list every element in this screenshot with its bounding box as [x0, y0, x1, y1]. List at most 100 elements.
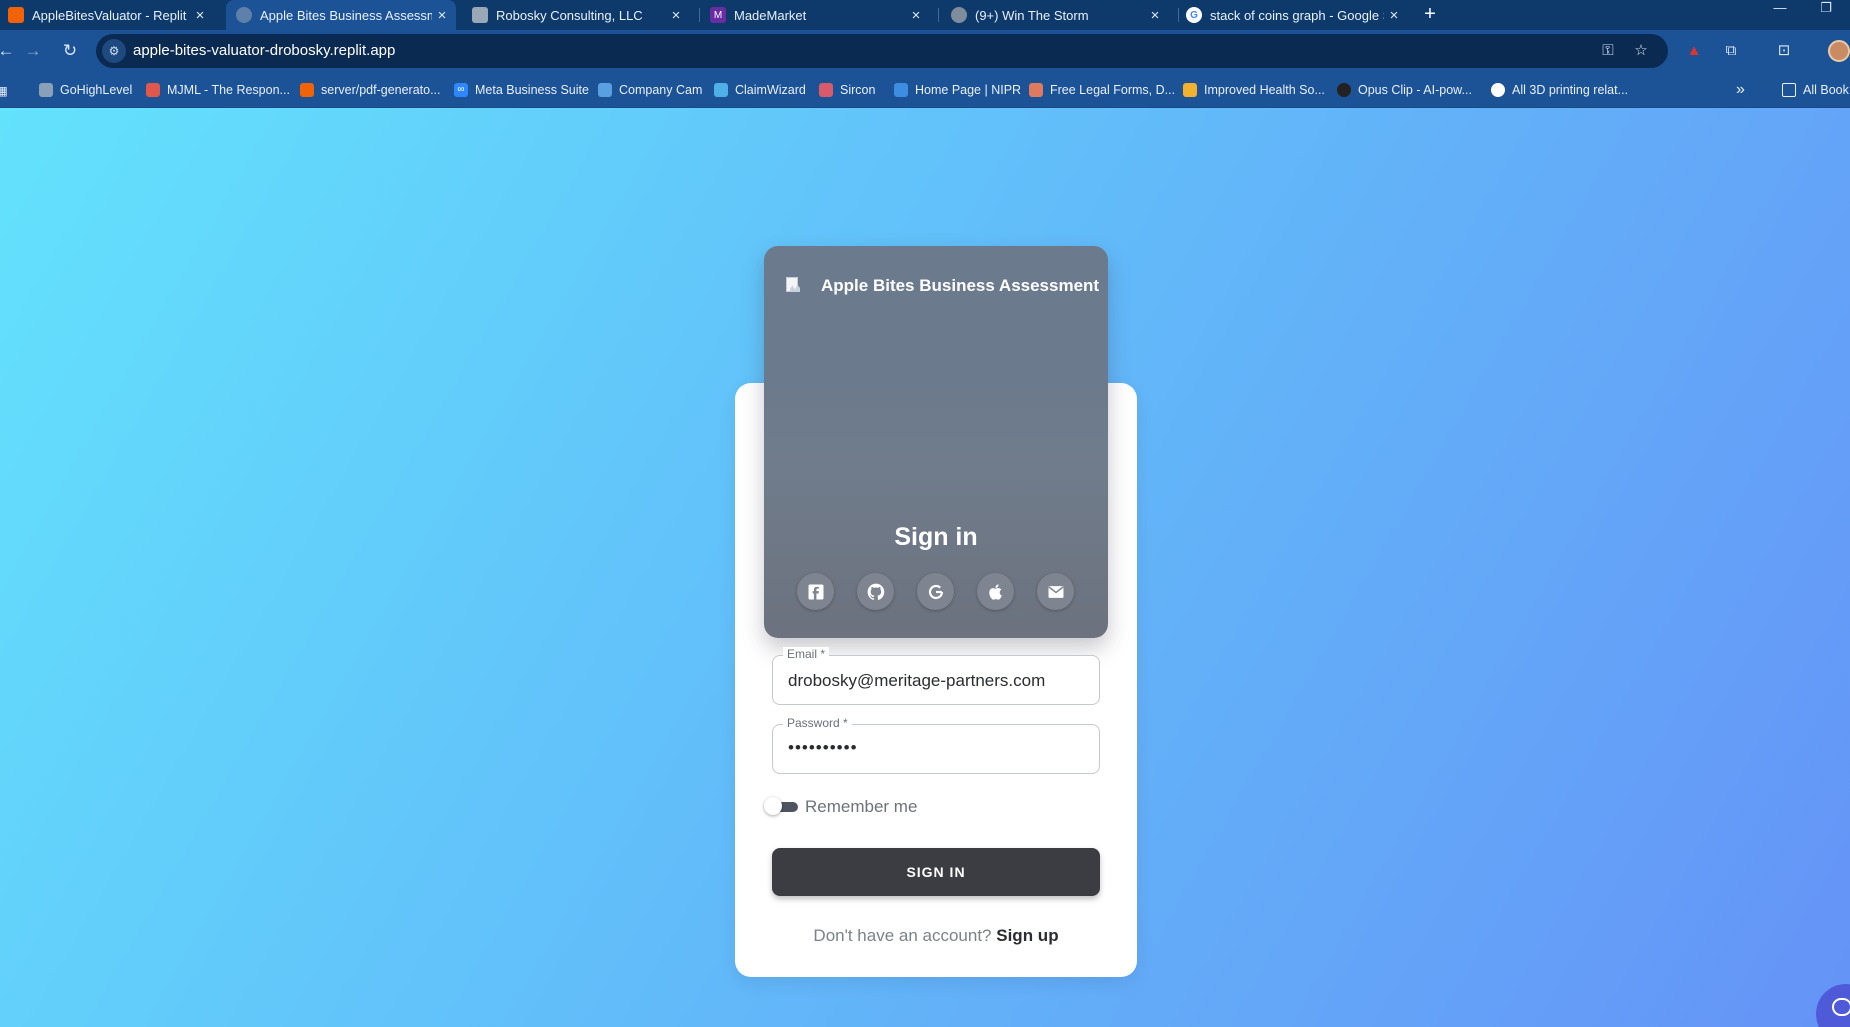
tab-separator: [699, 8, 700, 22]
maximize-button[interactable]: ❐: [1806, 0, 1846, 30]
claimwizard-icon: [714, 83, 728, 97]
email-label: Email *: [783, 647, 830, 661]
bookmark-sircon[interactable]: Sircon: [819, 81, 875, 99]
tab-strip: AppleBitesValuator - Replit × Apple Bite…: [0, 0, 1850, 30]
bookmark-label: server/pdf-generato...: [321, 83, 441, 97]
signup-prompt: Don't have an account?: [813, 926, 992, 945]
bookmark-3d-printing[interactable]: All 3D printing relat...: [1491, 81, 1628, 99]
broken-image-icon: [784, 276, 802, 294]
email-field[interactable]: Email *: [772, 647, 1100, 705]
apple-login-button[interactable]: [977, 573, 1014, 610]
close-tab-icon[interactable]: ×: [1145, 7, 1165, 24]
bookmark-star-icon[interactable]: ☆: [1631, 41, 1651, 61]
google-login-button[interactable]: [917, 573, 954, 610]
apps-icon[interactable]: ▦: [0, 81, 8, 99]
email-icon: [1047, 585, 1064, 598]
tab-title: (9+) Win The Storm: [975, 7, 1089, 23]
tab-title: Robosky Consulting, LLC: [496, 7, 643, 23]
password-label: Password *: [783, 716, 852, 730]
close-tab-icon[interactable]: ×: [190, 7, 210, 24]
chat-widget-button[interactable]: [1816, 984, 1850, 1027]
mademarket-icon: M: [710, 7, 726, 23]
bookmarks-overflow-icon[interactable]: »: [1736, 81, 1745, 99]
sign-up-link[interactable]: Sign up: [996, 926, 1058, 945]
facebook-icon: [808, 584, 823, 599]
email-login-button[interactable]: [1037, 573, 1074, 610]
extensions-icon[interactable]: ⧉: [1719, 39, 1743, 63]
bookmark-improved-health[interactable]: Improved Health So...: [1183, 81, 1325, 99]
bookmark-label: Free Legal Forms, D...: [1050, 83, 1176, 97]
company-icon: [472, 7, 488, 23]
sign-in-header: Apple Bites Business Assessment Sign in: [764, 246, 1108, 638]
email-input[interactable]: [788, 671, 1088, 691]
sign-in-button[interactable]: SIGN IN: [772, 848, 1100, 896]
bookmark-meta-business-suite[interactable]: ∞ Meta Business Suite: [454, 81, 589, 99]
bookmark-label: Sircon: [840, 83, 876, 97]
back-icon[interactable]: ←: [0, 39, 18, 63]
tab-mademarket[interactable]: M MadeMarket ×: [708, 0, 930, 30]
tab-applebitesvaluator[interactable]: AppleBitesValuator - Replit ×: [2, 0, 214, 30]
remember-me-toggle[interactable]: [764, 797, 798, 815]
all-bookmarks-folder[interactable]: All Book: [1782, 81, 1849, 99]
password-field[interactable]: Password * ••••••••••: [772, 716, 1100, 774]
app-title: Apple Bites Business Assessment: [821, 276, 1100, 295]
address-bar[interactable]: ⚙ apple-bites-valuator-drobosky.replit.a…: [96, 34, 1668, 68]
bookmarks-bar: ▦ GoHighLevel MJML - The Respon... serve…: [0, 72, 1850, 108]
bookmark-opus-clip[interactable]: Opus Clip - AI-pow...: [1337, 81, 1472, 99]
bookmark-free-legal-forms[interactable]: Free Legal Forms, D...: [1029, 81, 1175, 99]
bookmark-label: ClaimWizard: [735, 83, 806, 97]
close-tab-icon[interactable]: ×: [1384, 7, 1404, 24]
tab-search-icon[interactable]: ⊡: [1772, 39, 1796, 63]
tab-title: MadeMarket: [734, 7, 807, 23]
sign-in-heading: Sign in: [894, 523, 978, 551]
sircon-icon: [819, 83, 833, 97]
shield-heart-icon: [1183, 83, 1197, 97]
bookmark-mjml[interactable]: MJML - The Respon...: [146, 81, 290, 99]
replit-icon: [300, 83, 314, 97]
bookmark-company-cam[interactable]: Company Cam: [598, 81, 702, 99]
bookmark-gohighlevel[interactable]: GoHighLevel: [39, 81, 132, 99]
page-background: Apple Bites Business Assessment Sign in …: [0, 108, 1850, 1027]
legalforms-icon: [1029, 83, 1043, 97]
bookmark-pdf-generator[interactable]: server/pdf-generato...: [300, 81, 441, 99]
url-text[interactable]: apple-bites-valuator-drobosky.replit.app: [133, 42, 395, 59]
close-tab-icon[interactable]: ×: [906, 7, 926, 24]
tab-win-the-storm[interactable]: (9+) Win The Storm ×: [947, 0, 1169, 30]
bookmark-label: GoHighLevel: [60, 83, 133, 97]
github-login-button[interactable]: [857, 573, 894, 610]
facebook-login-button[interactable]: [797, 573, 834, 610]
bookmark-label: All 3D printing relat...: [1512, 83, 1629, 97]
browser-toolbar: ← → ↻ ⚙ apple-bites-valuator-drobosky.re…: [0, 30, 1850, 72]
password-input[interactable]: ••••••••••: [788, 738, 1088, 758]
globe-icon: [236, 7, 252, 23]
tab-title: AppleBitesValuator - Replit: [32, 7, 187, 23]
github-icon: [867, 583, 884, 600]
bookmark-claimwizard[interactable]: ClaimWizard: [714, 81, 806, 99]
site-info-icon[interactable]: ⚙: [102, 39, 126, 63]
reload-icon[interactable]: ↻: [58, 39, 82, 63]
replit-icon: [8, 7, 24, 23]
companycam-icon: [598, 83, 612, 97]
new-tab-button[interactable]: +: [1418, 0, 1442, 30]
mjml-icon: [146, 83, 160, 97]
google-icon: [928, 584, 943, 599]
tab-title: Apple Bites Business Assessmen: [260, 7, 432, 23]
pdf-extension-icon[interactable]: ▲: [1682, 39, 1706, 63]
tab-separator: [1178, 8, 1179, 22]
tab-robosky-consulting[interactable]: Robosky Consulting, LLC ×: [468, 0, 690, 30]
signup-prompt-row: Don't have an account? Sign up: [735, 926, 1137, 946]
bookmark-label: Home Page | NIPR: [915, 83, 1022, 97]
close-tab-icon[interactable]: ×: [432, 7, 452, 24]
password-key-icon[interactable]: ⚿: [1598, 41, 1618, 61]
bookmark-nipr[interactable]: Home Page | NIPR: [894, 81, 1021, 99]
tab-google-search[interactable]: G stack of coins graph - Google S ×: [1186, 0, 1408, 30]
profile-avatar[interactable]: [1828, 40, 1850, 62]
forward-icon[interactable]: →: [21, 39, 45, 63]
meta-icon: ∞: [454, 83, 468, 97]
tab-apple-bites-assessment[interactable]: Apple Bites Business Assessmen ×: [226, 0, 456, 30]
toggle-thumb: [764, 797, 782, 815]
nipr-icon: [894, 83, 908, 97]
close-tab-icon[interactable]: ×: [666, 7, 686, 24]
remember-me-label[interactable]: Remember me: [805, 797, 917, 817]
minimize-button[interactable]: —: [1760, 0, 1800, 30]
